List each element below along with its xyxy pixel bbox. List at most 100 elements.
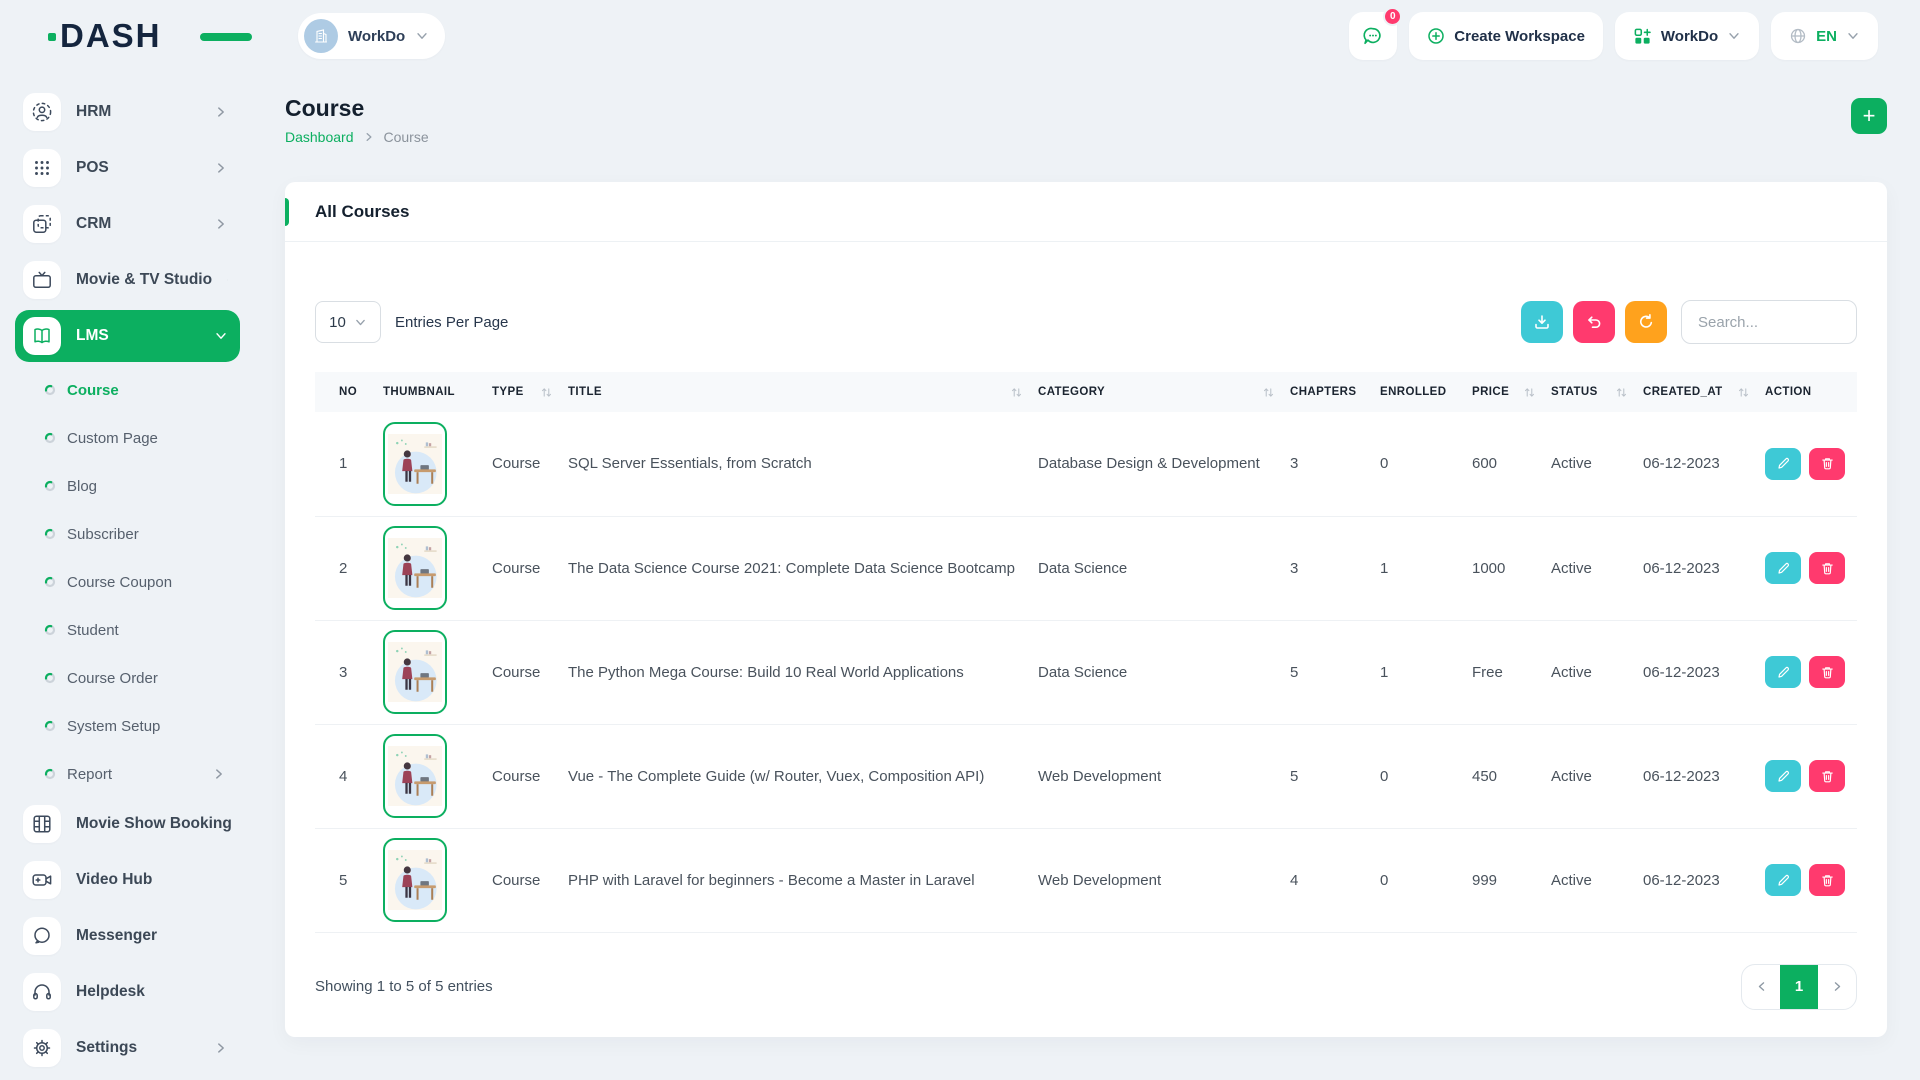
edit-button[interactable] xyxy=(1765,448,1801,480)
workspace-name: WorkDo xyxy=(348,28,405,45)
trash-icon xyxy=(1820,456,1835,471)
col-title[interactable]: TITLE xyxy=(566,372,1036,412)
course-thumbnail xyxy=(383,630,447,714)
logo-accent-dot xyxy=(48,33,56,41)
export-button[interactable] xyxy=(1521,301,1563,343)
sort-icon xyxy=(1616,386,1627,399)
table-footer: Showing 1 to 5 of 5 entries 1 xyxy=(315,963,1857,1011)
reset-button[interactable] xyxy=(1573,301,1615,343)
chevron-down-icon xyxy=(1727,29,1741,43)
col-chapters: CHAPTERS xyxy=(1288,372,1378,412)
sidebar-item-messenger[interactable]: Messenger xyxy=(15,910,240,962)
col-no: NO xyxy=(315,372,381,412)
crm-icon xyxy=(23,205,61,243)
sidebar-item-video-hub[interactable]: Video Hub xyxy=(15,854,240,906)
app-logo: DASH xyxy=(60,17,210,55)
plus-circle-icon xyxy=(1427,27,1445,45)
pagination-prev[interactable] xyxy=(1742,965,1780,1009)
bullet-icon xyxy=(44,480,56,492)
edit-button[interactable] xyxy=(1765,552,1801,584)
sidebar-item-custom-page[interactable]: Custom Page xyxy=(15,414,240,462)
delete-button[interactable] xyxy=(1809,656,1845,688)
chevron-right-icon xyxy=(214,105,228,119)
workspace-selector[interactable]: WorkDo xyxy=(298,13,445,59)
chevron-right-icon xyxy=(1831,980,1844,993)
sidebar-item-movie-tv-studio[interactable]: Movie & TV Studio xyxy=(15,254,240,306)
sidebar-item-course-order[interactable]: Course Order xyxy=(15,654,240,702)
sidebar-item-course-coupon[interactable]: Course Coupon xyxy=(15,558,240,606)
col-created-at[interactable]: CREATED_AT xyxy=(1641,372,1763,412)
table-toolbar: 10 Entries Per Page xyxy=(315,300,1857,344)
sidebar-item-pos[interactable]: POS xyxy=(15,142,240,194)
edit-button[interactable] xyxy=(1765,864,1801,896)
chevron-left-icon xyxy=(1755,980,1768,993)
sidebar-item-student[interactable]: Student xyxy=(15,606,240,654)
sort-icon xyxy=(1263,386,1274,399)
language-selector[interactable]: EN xyxy=(1771,12,1878,60)
bullet-icon xyxy=(44,384,56,396)
col-price[interactable]: PRICE xyxy=(1470,372,1549,412)
sidebar-item-lms[interactable]: LMS xyxy=(15,310,240,362)
sort-icon xyxy=(1738,386,1749,399)
col-enrolled: ENROLLED xyxy=(1378,372,1470,412)
logo-accent-bar xyxy=(200,33,252,41)
col-thumbnail: THUMBNAIL xyxy=(381,372,490,412)
delete-button[interactable] xyxy=(1809,864,1845,896)
trash-icon xyxy=(1820,665,1835,680)
col-category[interactable]: CATEGORY xyxy=(1036,372,1288,412)
delete-button[interactable] xyxy=(1809,760,1845,792)
chevron-down-icon xyxy=(1846,29,1860,43)
sidebar-item-crm[interactable]: CRM xyxy=(15,198,240,250)
sidebar-item-settings[interactable]: Settings xyxy=(15,1022,240,1074)
breadcrumb-dashboard-link[interactable]: Dashboard xyxy=(285,129,354,145)
topbar-actions: 0 Create Workspace WorkDo EN xyxy=(1349,12,1878,60)
trash-icon xyxy=(1820,873,1835,888)
messages-button[interactable]: 0 xyxy=(1349,12,1397,60)
status-text: Active xyxy=(1549,412,1641,516)
pagination: 1 xyxy=(1741,964,1857,1010)
table-header-row: NO THUMBNAIL TYPE TITLE CATEGORY CHAPTER… xyxy=(315,372,1857,412)
pagination-next[interactable] xyxy=(1818,965,1856,1009)
bullet-icon xyxy=(44,768,56,780)
sidebar-item-movie-show-booking[interactable]: Movie Show Booking xyxy=(15,798,240,850)
table-row: 3 Course The Python Mega Course: Build 1… xyxy=(315,620,1857,724)
edit-button[interactable] xyxy=(1765,760,1801,792)
bullet-icon xyxy=(44,432,56,444)
sidebar-item-subscriber[interactable]: Subscriber xyxy=(15,510,240,558)
bullet-icon xyxy=(44,672,56,684)
add-course-button[interactable]: + xyxy=(1851,98,1887,134)
sidebar-item-hrm[interactable]: HRM xyxy=(15,86,240,138)
col-status[interactable]: STATUS xyxy=(1549,372,1641,412)
sidebar-item-helpdesk[interactable]: Helpdesk xyxy=(15,966,240,1018)
sidebar-item-system-setup[interactable]: System Setup xyxy=(15,702,240,750)
entries-per-page-label: Entries Per Page xyxy=(395,314,508,331)
sidebar-item-blog[interactable]: Blog xyxy=(15,462,240,510)
delete-button[interactable] xyxy=(1809,448,1845,480)
create-workspace-label: Create Workspace xyxy=(1454,28,1585,45)
entries-per-page-select[interactable]: 10 xyxy=(315,301,381,343)
course-thumbnail xyxy=(383,526,447,610)
tv-icon xyxy=(23,261,61,299)
chevron-right-icon xyxy=(363,131,375,143)
col-type[interactable]: TYPE xyxy=(490,372,566,412)
table-row: 4 Course Vue - The Complete Guide (w/ Ro… xyxy=(315,724,1857,828)
chevron-down-icon xyxy=(354,316,367,329)
search-input[interactable] xyxy=(1681,300,1857,344)
pagination-page-1[interactable]: 1 xyxy=(1780,965,1818,1009)
reload-button[interactable] xyxy=(1625,301,1667,343)
sort-icon xyxy=(1524,386,1535,399)
delete-button[interactable] xyxy=(1809,552,1845,584)
pencil-icon xyxy=(1776,665,1791,680)
edit-button[interactable] xyxy=(1765,656,1801,688)
pencil-icon xyxy=(1776,456,1791,471)
logo-text: DASH xyxy=(60,17,162,54)
sidebar-item-course[interactable]: Course xyxy=(15,366,240,414)
bullet-icon xyxy=(44,624,56,636)
main-content: Course Dashboard Course + All Courses 10 xyxy=(258,72,1920,1080)
workdo-menu-button[interactable]: WorkDo xyxy=(1615,12,1759,60)
breadcrumb: Dashboard Course xyxy=(285,129,429,145)
course-thumbnail xyxy=(383,422,447,506)
chevron-right-icon xyxy=(212,767,226,781)
sidebar-item-report[interactable]: Report xyxy=(15,750,240,798)
create-workspace-button[interactable]: Create Workspace xyxy=(1409,12,1603,60)
